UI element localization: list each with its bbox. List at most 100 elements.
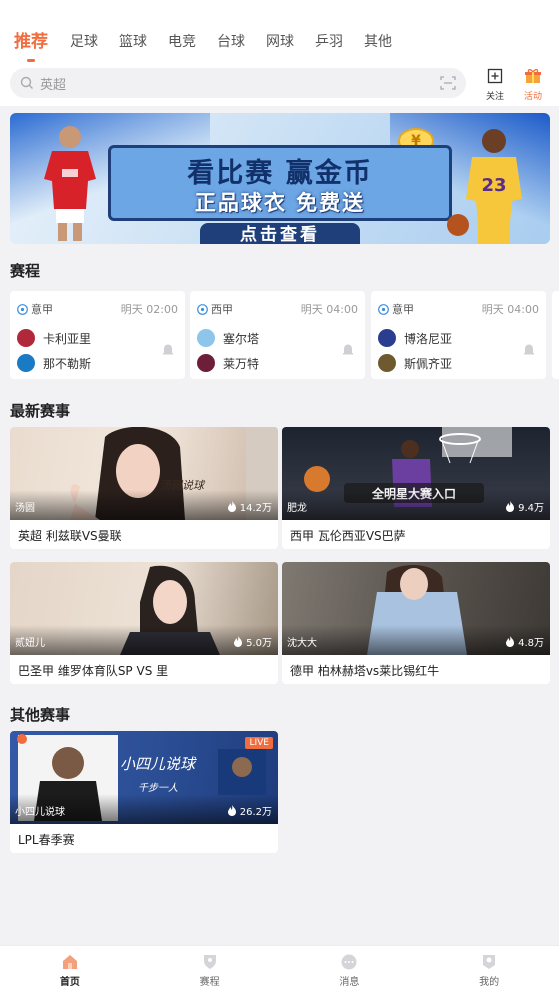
video-card[interactable]: 全明星大赛入口 肥龙 9.4万 西甲 瓦伦西亚VS巴萨: [282, 427, 550, 549]
bell-icon[interactable]: [161, 343, 175, 357]
latest-section-title: 最新赛事: [10, 402, 71, 420]
scan-icon[interactable]: [440, 75, 456, 91]
tab-messages[interactable]: 消息: [280, 946, 420, 995]
schedule-section-title: 赛程: [10, 262, 41, 280]
video-views: 9.4万: [505, 499, 544, 514]
video-card[interactable]: 汤圆说球 汤圆 14.2万 英超 利兹联VS曼联: [10, 427, 278, 549]
video-views: 4.8万: [505, 634, 544, 649]
fire-icon: [227, 805, 236, 816]
view-count: 14.2万: [239, 503, 272, 514]
banner-cta-label: 点击查看: [240, 225, 320, 244]
team-name: 卡利亚里: [43, 331, 92, 346]
banner-subline: 正品球衣 免费送: [194, 191, 366, 215]
tab-schedule[interactable]: 赛程: [140, 946, 280, 995]
banner-cta-button[interactable]: 点击查看: [200, 223, 360, 244]
match-time: 明天 04:00: [481, 303, 539, 316]
bottom-tab-bar: 首页 赛程 消息 我的: [0, 945, 559, 995]
promo-banner[interactable]: ¥ 看比赛 赢金币 正品球衣 免费送 点击查看 23: [10, 113, 550, 244]
team-crest-icon: [17, 354, 35, 372]
football-player-image: [44, 126, 96, 241]
tab-basketball[interactable]: 篮球: [119, 28, 147, 56]
search-icon: [20, 76, 33, 89]
team-name: 那不勒斯: [43, 356, 92, 371]
match-time: 明天 04:00: [300, 303, 358, 316]
gift-icon: [525, 69, 541, 83]
team-name: 塞尔塔: [223, 331, 260, 346]
bell-icon[interactable]: [522, 343, 536, 357]
video-title: 西甲 瓦伦西亚VS巴萨: [290, 529, 406, 543]
tab-table-tennis-badminton[interactable]: 乒羽: [315, 28, 343, 56]
tab-billiards[interactable]: 台球: [217, 28, 245, 56]
team-name: 莱万特: [223, 356, 260, 371]
view-count: 26.2万: [239, 807, 272, 818]
video-views: 5.0万: [233, 634, 272, 649]
bell-icon[interactable]: [341, 343, 355, 357]
view-count: 4.8万: [518, 638, 544, 649]
video-thumbnail: 汤圆说球 汤圆 14.2万: [10, 427, 278, 520]
video-card[interactable]: 小四儿说球 千步一人 LIVE 小四儿说球 26.2万 LPL春季赛: [10, 731, 278, 853]
basketball-player-image: 23: [447, 129, 522, 244]
video-author: 肥龙: [287, 503, 307, 514]
video-author: 贰妞儿: [15, 638, 45, 649]
home-team: 卡利亚里: [17, 329, 91, 347]
match-card[interactable]: 西甲 明天 04:00 塞尔塔 莱万特: [190, 291, 365, 379]
video-views: 26.2万: [227, 803, 272, 818]
team-crest-icon: [378, 329, 396, 347]
match-card[interactable]: 意甲 明天 02:00 卡利亚里 那不勒斯: [10, 291, 185, 379]
follow-button[interactable]: 关注: [480, 68, 510, 102]
fire-icon: [227, 501, 236, 512]
team-crest-icon: [197, 329, 215, 347]
thumbnail-caption: 小四儿说球: [120, 755, 197, 773]
banner-headline: 看比赛 赢金币: [187, 158, 373, 189]
video-card[interactable]: 贰妞儿 5.0万 巴圣甲 维罗体育队SP VS 里: [10, 562, 278, 684]
tab-label: 赛程: [199, 977, 220, 988]
video-author: 汤圆: [15, 503, 35, 514]
tab-tennis[interactable]: 网球: [266, 28, 294, 56]
video-views: 14.2万: [227, 499, 272, 514]
team-name: 博洛尼亚: [404, 331, 453, 346]
video-title: 英超 利兹联VS曼联: [18, 529, 122, 543]
jersey-number: 23: [481, 175, 506, 196]
video-thumbnail: 小四儿说球 千步一人 LIVE 小四儿说球 26.2万: [10, 731, 278, 824]
thumbnail-caption-secondary: 千步一人: [138, 782, 178, 794]
home-icon: [62, 955, 77, 969]
activity-label: 活动: [523, 92, 542, 102]
match-card-partial[interactable]: [552, 291, 559, 379]
search-bar[interactable]: 英超: [10, 68, 466, 98]
tab-label: 我的: [479, 977, 500, 988]
search-input[interactable]: 英超: [40, 74, 440, 93]
tab-label: 消息: [339, 977, 360, 988]
video-thumbnail: 贰妞儿 5.0万: [10, 562, 278, 655]
fire-icon: [506, 636, 515, 647]
tab-other[interactable]: 其他: [364, 28, 392, 56]
fire-icon: [234, 636, 243, 647]
follow-icon: [487, 68, 503, 84]
tab-recommend[interactable]: 推荐: [14, 28, 48, 62]
match-league: 意甲: [17, 301, 53, 317]
tab-football[interactable]: 足球: [70, 28, 98, 56]
category-tabs: 推荐 足球 篮球 电竞 台球 网球 乒羽 其他: [0, 28, 413, 64]
video-title: 德甲 柏林赫塔vs莱比锡红牛: [290, 664, 440, 678]
match-time: 明天 02:00: [120, 303, 178, 316]
football-icon: [378, 303, 389, 315]
video-card[interactable]: 沈大大 4.8万 德甲 柏林赫塔vs莱比锡红牛: [282, 562, 550, 684]
league-name: 意甲: [392, 303, 414, 316]
tab-home[interactable]: 首页: [0, 946, 140, 995]
team-crest-icon: [378, 354, 396, 372]
match-league: 西甲: [197, 301, 233, 317]
profile-icon: [483, 955, 496, 969]
video-author: 小四儿说球: [15, 807, 65, 818]
video-thumbnail: 全明星大赛入口 肥龙 9.4万: [282, 427, 550, 520]
view-count: 5.0万: [246, 638, 272, 649]
video-thumbnail: 沈大大 4.8万: [282, 562, 550, 655]
activity-button[interactable]: 活动: [518, 68, 548, 102]
live-badge: LIVE: [245, 737, 273, 749]
away-team: 那不勒斯: [17, 354, 91, 372]
tab-esports[interactable]: 电竞: [168, 28, 196, 56]
follow-label: 关注: [485, 92, 504, 102]
fire-icon: [506, 501, 515, 512]
match-card[interactable]: 意甲 明天 04:00 博洛尼亚 斯佩齐亚: [371, 291, 546, 379]
video-title: 巴圣甲 维罗体育队SP VS 里: [18, 664, 169, 678]
tab-profile[interactable]: 我的: [419, 946, 559, 995]
home-team: 塞尔塔: [197, 329, 259, 347]
